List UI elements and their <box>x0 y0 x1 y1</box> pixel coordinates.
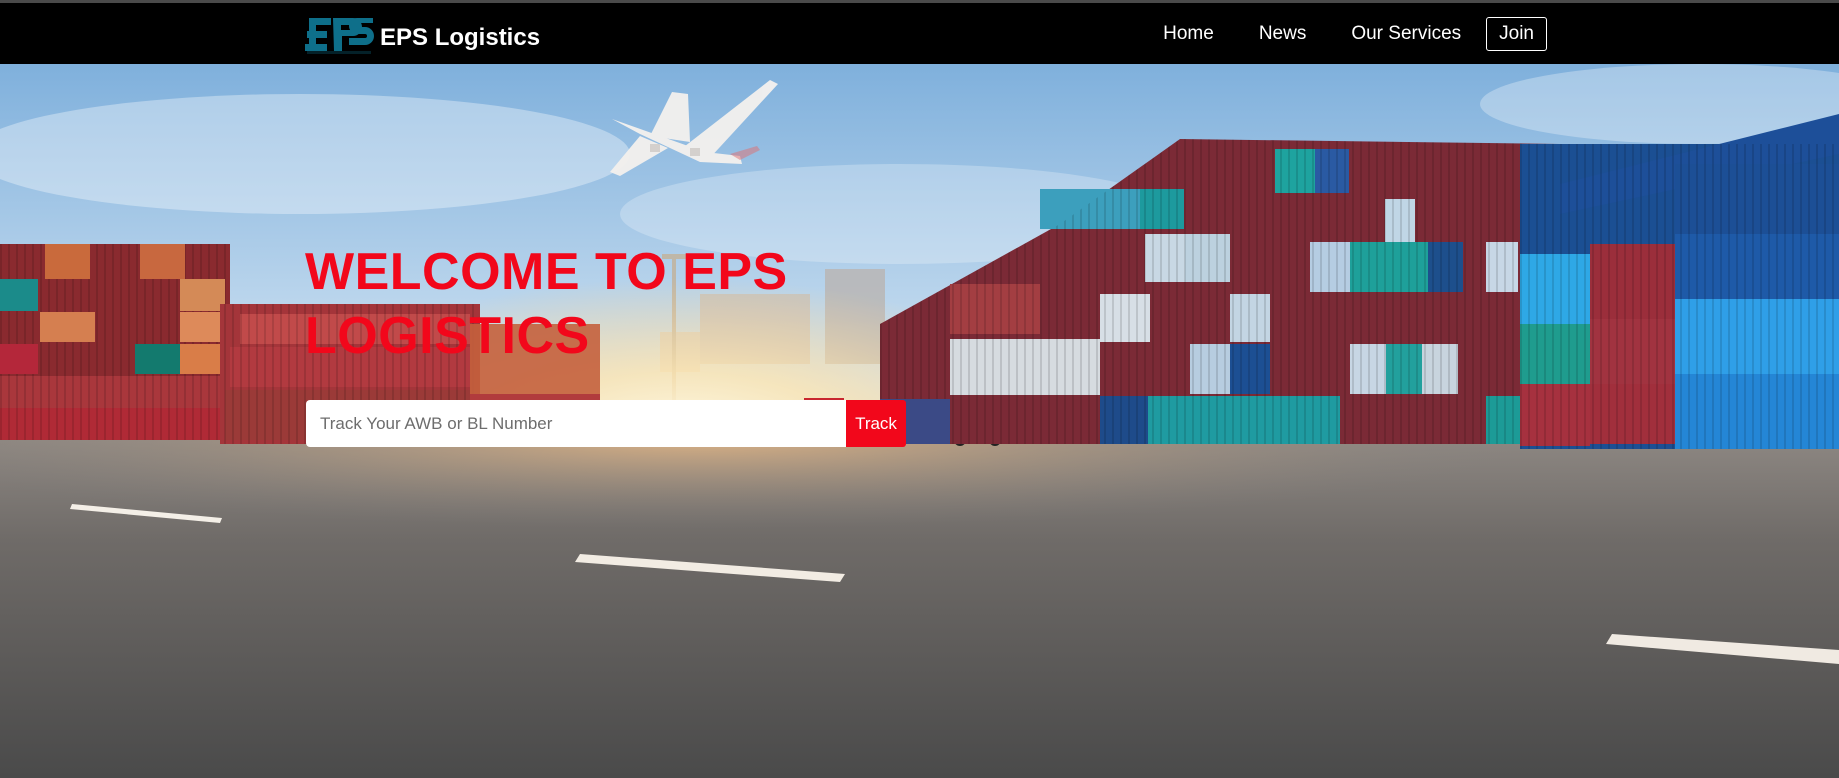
hero-title: WELCOME TO EPS LOGISTICS <box>305 243 788 365</box>
top-navbar: EPS Logistics Home News Our Services Joi… <box>0 3 1839 64</box>
join-button[interactable]: Join <box>1486 17 1547 51</box>
nav-services-link[interactable]: Our Services <box>1351 23 1461 45</box>
eps-logo-icon <box>305 18 374 54</box>
brand-name: EPS Logistics <box>380 24 541 51</box>
tracking-number-input[interactable] <box>306 400 846 447</box>
tracking-form: Track <box>306 400 906 447</box>
nav-home-link[interactable]: Home <box>1163 23 1214 45</box>
hero-section: WELCOME TO EPS LOGISTICS Track <box>0 64 1839 778</box>
hero-background-image <box>0 64 1839 778</box>
main-nav: Home News Our Services Join <box>1118 17 1547 51</box>
track-button[interactable]: Track <box>846 400 906 447</box>
brand[interactable]: EPS Logistics <box>305 10 540 58</box>
nav-news-link[interactable]: News <box>1259 23 1307 45</box>
